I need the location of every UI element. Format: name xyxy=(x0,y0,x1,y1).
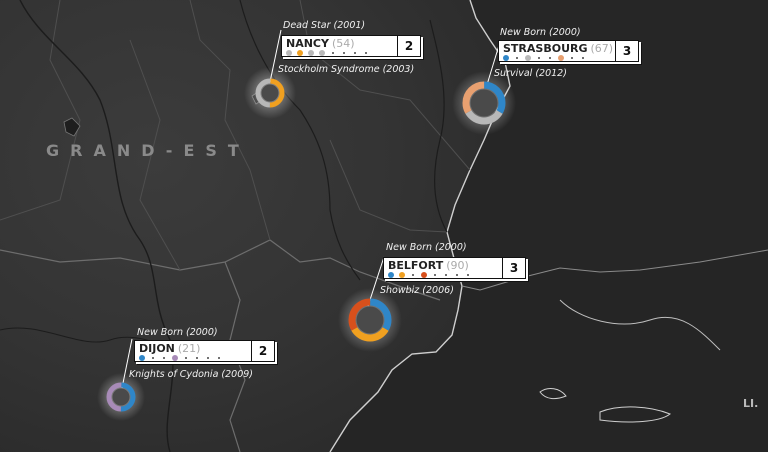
belfort-name-text: BELFORT xyxy=(388,259,444,272)
strasbourg-name: STRASBOURG (67) xyxy=(503,42,613,55)
ring-center xyxy=(112,388,130,406)
song-dot xyxy=(139,355,145,361)
song-dot xyxy=(445,274,447,276)
song-dot xyxy=(297,50,303,56)
belfort-rank: 3 xyxy=(502,258,525,278)
dijon-dots xyxy=(139,355,222,361)
song-dot xyxy=(538,57,540,59)
belfort-song-bottom: Showbiz (2006) xyxy=(380,285,454,296)
song-dot xyxy=(467,274,469,276)
song-dot xyxy=(172,355,178,361)
nancy-count: (54) xyxy=(331,37,355,50)
song-dot xyxy=(218,357,220,359)
ring-center xyxy=(261,84,279,102)
song-dot xyxy=(286,50,292,56)
song-dot xyxy=(516,57,518,59)
belfort-song-top: New Born (2000) xyxy=(386,242,467,253)
nancy-rank: 2 xyxy=(397,36,420,56)
dijon-song-bottom: Knights of Cydonia (2009) xyxy=(129,369,254,380)
dijon-name: DIJON (21) xyxy=(139,342,200,355)
song-dot xyxy=(582,57,584,59)
song-dot xyxy=(571,57,573,59)
nancy-song-bottom: Stockholm Syndrome (2003) xyxy=(278,64,415,75)
map[interactable]: GRAND-EST LI. Dead Star (2001) NANCY (54)… xyxy=(0,0,768,452)
dijon-rank: 2 xyxy=(251,341,274,361)
strasbourg-song-bottom: Survival (2012) xyxy=(494,68,567,79)
song-dot xyxy=(207,357,209,359)
ring-center xyxy=(470,89,498,117)
dijon-count: (21) xyxy=(177,342,201,355)
song-dot xyxy=(388,272,394,278)
song-dot xyxy=(163,357,165,359)
nancy-song-top: Dead Star (2001) xyxy=(283,20,366,31)
dijon-name-text: DIJON xyxy=(139,342,175,355)
song-dot xyxy=(525,55,531,61)
song-dot xyxy=(185,357,187,359)
nancy-name-text: NANCY xyxy=(286,37,329,50)
nancy-dots xyxy=(286,50,369,56)
strasbourg-song-top: New Born (2000) xyxy=(500,27,581,38)
strasbourg-dots xyxy=(503,55,586,61)
song-dot xyxy=(332,52,334,54)
song-dot xyxy=(354,52,356,54)
strasbourg-count: (67) xyxy=(590,42,614,55)
song-dot xyxy=(456,274,458,276)
song-dot xyxy=(399,272,405,278)
strasbourg-name-text: STRASBOURG xyxy=(503,42,588,55)
belfort-dots xyxy=(388,272,471,278)
song-dot xyxy=(558,55,564,61)
nancy-card[interactable]: NANCY (54) 2 xyxy=(281,35,421,57)
ring-center xyxy=(356,306,384,334)
belfort-count: (90) xyxy=(446,259,469,272)
song-dot xyxy=(549,57,551,59)
song-dot xyxy=(503,55,509,61)
strasbourg-rank: 3 xyxy=(615,41,638,61)
song-dot xyxy=(196,357,198,359)
dijon-song-top: New Born (2000) xyxy=(137,327,218,338)
dijon-card[interactable]: DIJON (21) 2 xyxy=(134,340,275,362)
belfort-card[interactable]: BELFORT (90) 3 xyxy=(383,257,526,279)
song-dot xyxy=(412,274,414,276)
song-dot xyxy=(319,50,325,56)
song-dot xyxy=(434,274,436,276)
belfort-name: BELFORT (90) xyxy=(388,259,469,272)
nancy-name: NANCY (54) xyxy=(286,37,355,50)
song-dot xyxy=(421,272,427,278)
song-dot xyxy=(308,50,314,56)
song-dot xyxy=(343,52,345,54)
strasbourg-card[interactable]: STRASBOURG (67) 3 xyxy=(498,40,639,62)
song-dot xyxy=(365,52,367,54)
song-dot xyxy=(152,357,154,359)
